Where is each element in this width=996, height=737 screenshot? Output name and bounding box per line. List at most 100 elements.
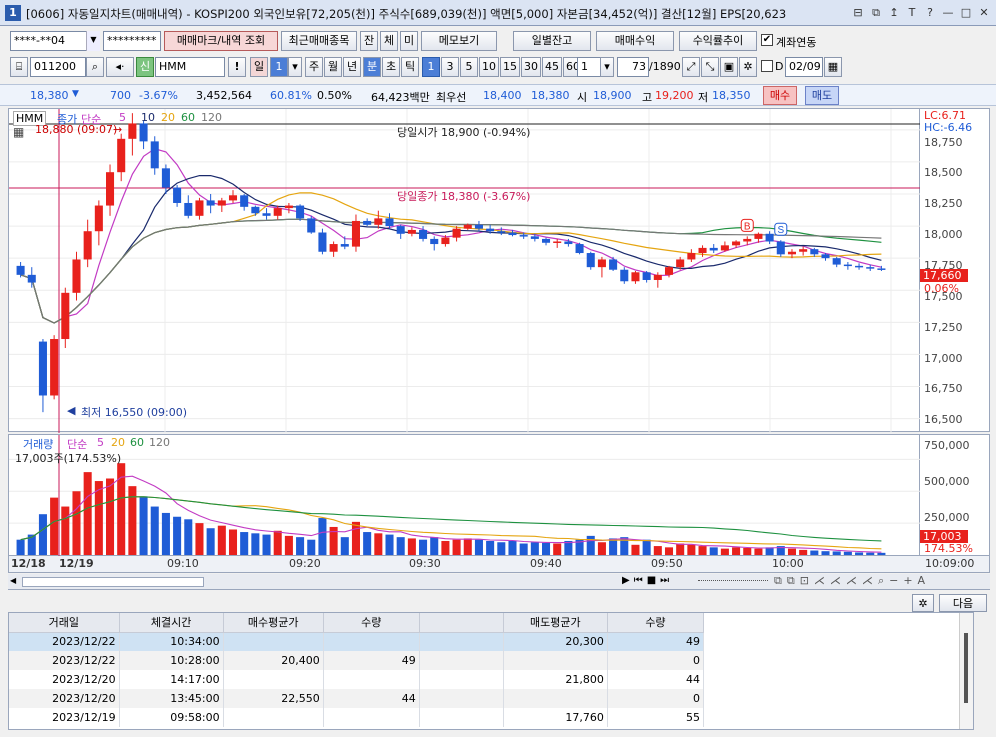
window-tile-icon[interactable]: ⧉ (774, 574, 782, 588)
period-year-button[interactable]: 년 (343, 57, 361, 77)
link-icon[interactable]: ⊟ (850, 5, 866, 21)
memo-view-button[interactable]: 메모보기 (421, 31, 497, 51)
candle-body (351, 220, 360, 247)
help-icon[interactable]: ? (922, 5, 938, 21)
window-cascade-icon[interactable]: ⧉ (787, 574, 795, 588)
save-icon[interactable]: ▣ (720, 57, 738, 77)
table-row[interactable]: 2023/12/22 10:28:00 20,400 49 0 (9, 651, 705, 670)
unfilled-button[interactable]: 미 (400, 31, 418, 51)
trade-mark-query-button[interactable]: 매매마크/내역 조회 (164, 31, 278, 51)
search-icon[interactable]: ⌕ (86, 57, 104, 77)
zoom-in-icon[interactable]: ⤢ (682, 57, 700, 77)
account-link-checkbox[interactable]: ✔ (761, 34, 773, 46)
close-icon[interactable]: ✕ (976, 5, 992, 21)
period-month-button[interactable]: 월 (324, 57, 342, 77)
crosshair-icon[interactable]: ⤡ (701, 57, 719, 77)
period-week-button[interactable]: 주 (305, 57, 323, 77)
table-row[interactable]: 2023/12/22 10:34:00 20,300 49 (9, 632, 705, 651)
interval-3-button[interactable]: 3 (441, 57, 459, 77)
table-cell (419, 670, 504, 689)
table-cell: 10:34:00 (119, 632, 224, 651)
column-header[interactable]: 수량 (323, 613, 420, 633)
period-number-select[interactable]: 1 (270, 57, 288, 77)
window-restore-icon[interactable]: ⊡ (800, 574, 809, 588)
scroll-left-icon[interactable]: ◀ (10, 576, 20, 588)
font-size-icon[interactable]: T (904, 5, 920, 21)
zoom-icon[interactable]: ⌕ (878, 574, 884, 588)
interval-30-button[interactable]: 30 (521, 57, 541, 77)
zoom-in-plus-icon[interactable]: + (903, 574, 912, 588)
period-minute-button[interactable]: 분 (363, 57, 381, 77)
volume-bar (832, 551, 841, 555)
price-chart-svg[interactable]: BS (9, 109, 921, 433)
speaker-icon[interactable]: ◂· (106, 57, 134, 77)
password-field[interactable]: ********* (103, 31, 161, 51)
symbol-search-icon[interactable]: ⌸ (10, 57, 28, 77)
interval-15-button[interactable]: 15 (500, 57, 520, 77)
line-tool-icon[interactable]: ⋌ (814, 574, 825, 588)
interval-10-button[interactable]: 10 (479, 57, 499, 77)
copy-window-icon[interactable]: ⧉ (868, 5, 884, 21)
volume-chart-panel[interactable]: 거래량 단순 5 20 60 120 17,003주(174.53%) (8, 434, 921, 557)
table-row[interactable]: 2023/12/20 14:17:00 21,800 44 (9, 670, 705, 689)
zoom-out-icon[interactable]: − (889, 574, 898, 588)
price-chart-panel[interactable]: BS HMM 종가 단순 5 10 20 60 120 ▦ 18,880 (09… (8, 108, 921, 433)
candle-body (855, 265, 864, 268)
table-scrollbar[interactable] (959, 613, 973, 729)
column-header[interactable]: 매수평균가 (223, 613, 324, 633)
channel-tool-icon[interactable]: ⋌ (862, 574, 873, 588)
interval-5-button[interactable]: 5 (460, 57, 478, 77)
trade-profit-button[interactable]: 매매수익 (596, 31, 674, 51)
next-page-button[interactable]: 다음 (939, 594, 987, 612)
volume-bar (262, 534, 271, 555)
data-count-input[interactable]: 73 (617, 57, 649, 77)
executed-button[interactable]: 체 (380, 31, 398, 51)
y-tick: 18,500 (924, 166, 963, 179)
table-row[interactable]: 2023/12/19 09:58:00 17,760 55 (9, 708, 705, 727)
volume-chart-svg[interactable] (9, 435, 921, 557)
table-row[interactable]: 2023/12/20 13:45:00 22,550 44 0 (9, 689, 705, 708)
maximize-icon[interactable]: □ (958, 5, 974, 21)
balance-button[interactable]: 잔 (360, 31, 378, 51)
stop-icon[interactable]: ■ (647, 575, 656, 586)
settings-gear-icon[interactable]: ✲ (739, 57, 757, 77)
panel-settings-gear-icon[interactable]: ✲ (912, 594, 934, 612)
minimize-icon[interactable]: — (940, 5, 956, 21)
play-icon[interactable]: ▶ (622, 575, 630, 586)
fast-forward-icon[interactable]: ⏭ (660, 575, 669, 586)
buy-button[interactable]: 매수 (763, 86, 797, 105)
scroll-thumb[interactable] (22, 577, 204, 587)
table-scrollbar-thumb[interactable] (964, 633, 968, 703)
period-tick-button[interactable]: 틱 (401, 57, 419, 77)
calendar-icon[interactable]: ▦ (824, 57, 842, 77)
period-dropdown-icon[interactable]: ▾ (288, 57, 302, 77)
stock-name-field[interactable]: HMM (155, 57, 225, 77)
fib-tool-icon[interactable]: ⋌ (846, 574, 857, 588)
period-day-button[interactable]: 일 (250, 57, 268, 77)
alert-button[interactable]: ! (228, 57, 246, 77)
date-input[interactable]: 02/09 (785, 57, 823, 77)
column-header[interactable] (419, 613, 504, 633)
speed-slider[interactable] (698, 580, 768, 584)
column-header[interactable]: 거래일 (9, 613, 120, 633)
sell-button[interactable]: 매도 (805, 86, 839, 105)
interval-45-button[interactable]: 45 (542, 57, 562, 77)
interval-1-button[interactable]: 1 (422, 57, 440, 77)
interval-dropdown-icon[interactable]: ▾ (600, 57, 614, 77)
trend-tool-icon[interactable]: ⋌ (830, 574, 841, 588)
pin-icon[interactable]: ↥ (886, 5, 902, 21)
recent-trades-button[interactable]: 최근매매종목 (281, 31, 357, 51)
account-dropdown-icon[interactable]: ▼ (86, 31, 100, 51)
date-checkbox[interactable] (761, 60, 773, 72)
column-header[interactable]: 수량 (607, 613, 705, 633)
text-tool-icon[interactable]: A (918, 574, 926, 588)
period-second-button[interactable]: 초 (382, 57, 400, 77)
chart-menu-icon[interactable]: ▦ (13, 125, 24, 139)
volume-bar (855, 552, 864, 555)
stock-code-input[interactable]: 011200 (30, 57, 86, 77)
return-trend-button[interactable]: 수익률추이 (679, 31, 757, 51)
column-header[interactable]: 매도평균가 (503, 613, 608, 633)
column-header[interactable]: 체결시간 (119, 613, 224, 633)
daily-balance-button[interactable]: 일별잔고 (513, 31, 591, 51)
rewind-icon[interactable]: ⏮ (634, 575, 643, 586)
